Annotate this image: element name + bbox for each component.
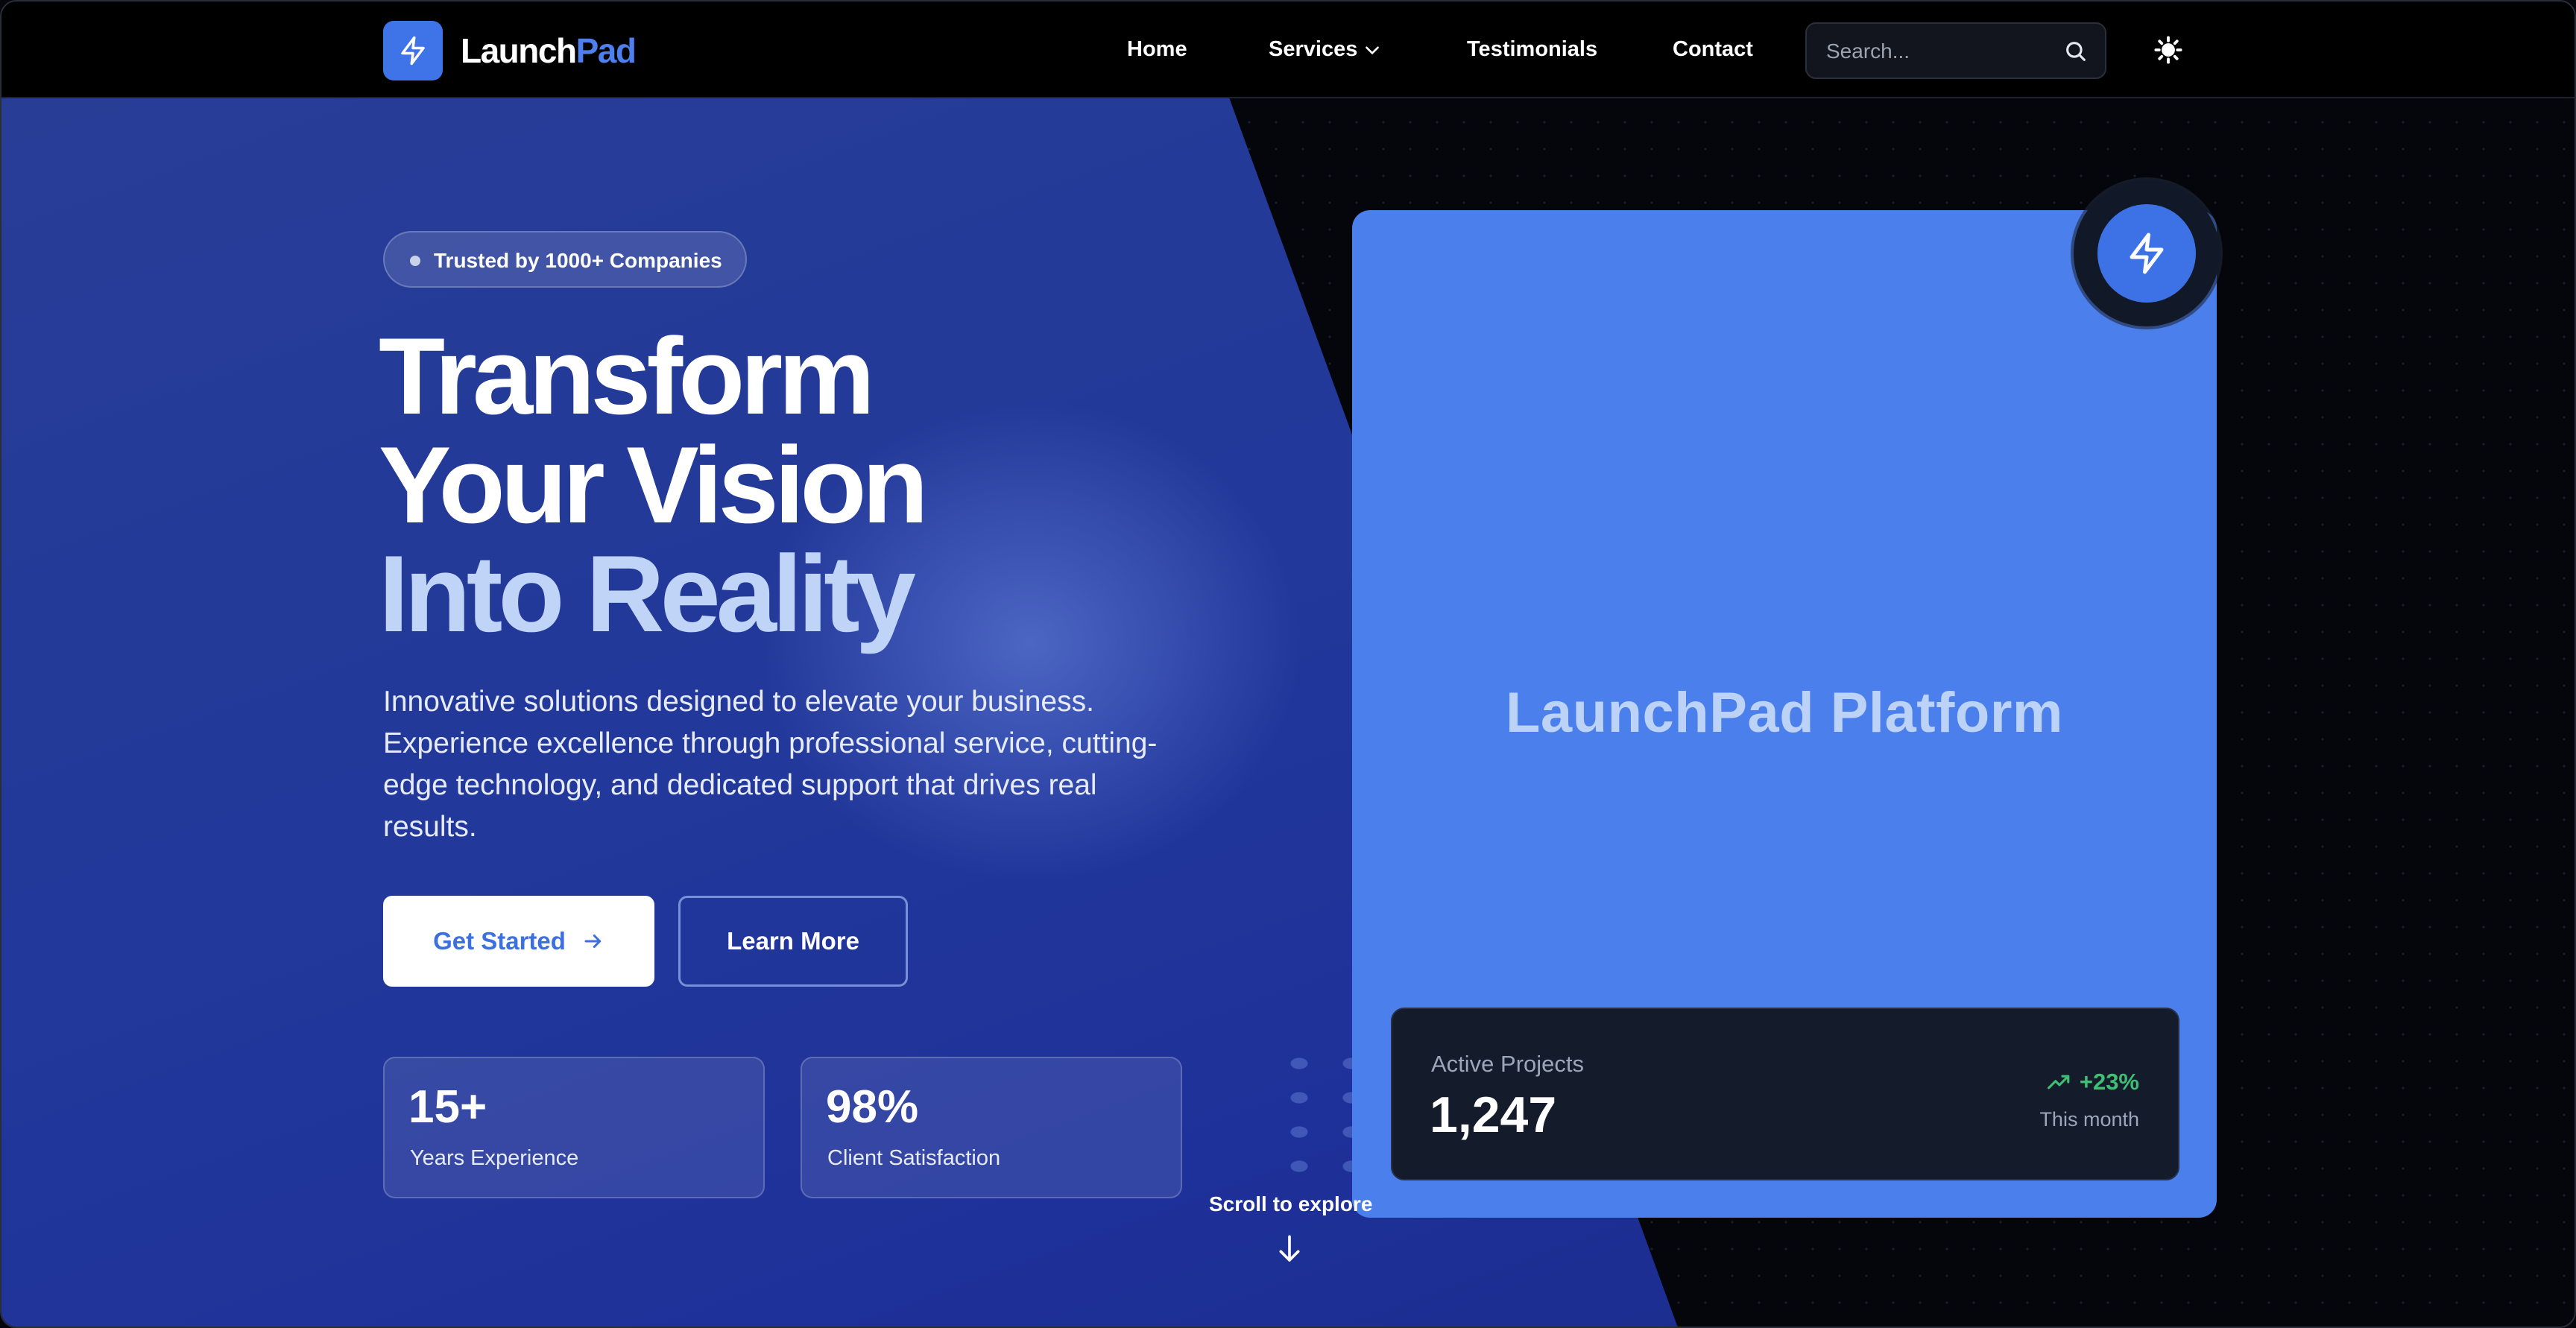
get-started-label: Get Started [433,927,566,955]
metric-label: Active Projects [1431,1051,1585,1077]
chevron-down-icon[interactable] [1363,40,1382,60]
nav-home[interactable]: Home [1127,34,1187,64]
learn-more-button[interactable]: Learn More [678,896,908,987]
arrow-down-icon[interactable] [1275,1233,1304,1265]
stat-label: Years Experience [410,1146,579,1170]
brand-name-part2: Pad [575,31,637,70]
brand-name[interactable]: LaunchPad [461,28,637,73]
metric-period: This month [2039,1108,2139,1131]
get-started-button[interactable]: Get Started [383,896,654,987]
search-icon[interactable] [2063,39,2089,64]
landing-page: LaunchPad Home Services Testimonials Con… [0,0,2576,1328]
scroll-hint[interactable]: Scroll to explore [1209,1191,1372,1218]
arrow-right-icon [584,935,602,948]
metric-change-value: +23% [2079,1069,2139,1095]
headline-line-2: Your Vision [379,424,929,546]
metric-change: +23% [2047,1067,2139,1097]
active-projects-panel: Active Projects 1,247 +23% This month [1391,1008,2179,1180]
search-box [1805,22,2106,79]
trust-badge: Trusted by 1000+ Companies [383,231,747,288]
sun-icon[interactable] [2153,34,2184,66]
card-icon-button[interactable] [2097,204,2196,303]
hero-subtext: Innovative solutions designed to elevate… [383,686,1158,843]
lightning-bolt-icon [2130,233,2164,274]
lightning-bolt-icon [401,36,425,66]
nav-services[interactable]: Services [1269,34,1357,64]
site-header: LaunchPad Home Services Testimonials Con… [1,1,2575,98]
headline-line-1: Transform [379,315,875,437]
nav-contact[interactable]: Contact [1673,34,1753,64]
logo-mark[interactable] [383,21,443,80]
trending-up-icon [2047,1075,2070,1090]
stat-card-experience: 15+ Years Experience [383,1057,765,1198]
hero-headline: Transform Your Vision Into Reality [379,315,929,654]
platform-card-title: LaunchPad Platform [1506,681,2063,744]
stat-card-satisfaction: 98% Client Satisfaction [801,1057,1182,1198]
badge-text: Trusted by 1000+ Companies [434,249,722,272]
stat-label: Client Satisfaction [827,1146,1001,1170]
metric-value: 1,247 [1430,1087,1557,1143]
stat-value: 15+ [408,1081,487,1133]
badge-dot [410,256,420,266]
stat-value: 98% [826,1081,919,1133]
nav-testimonials[interactable]: Testimonials [1467,34,1597,64]
headline-line-3: Into Reality [379,533,916,654]
brand-name-part1: Launch [461,31,577,70]
search-input[interactable] [1825,37,2048,66]
